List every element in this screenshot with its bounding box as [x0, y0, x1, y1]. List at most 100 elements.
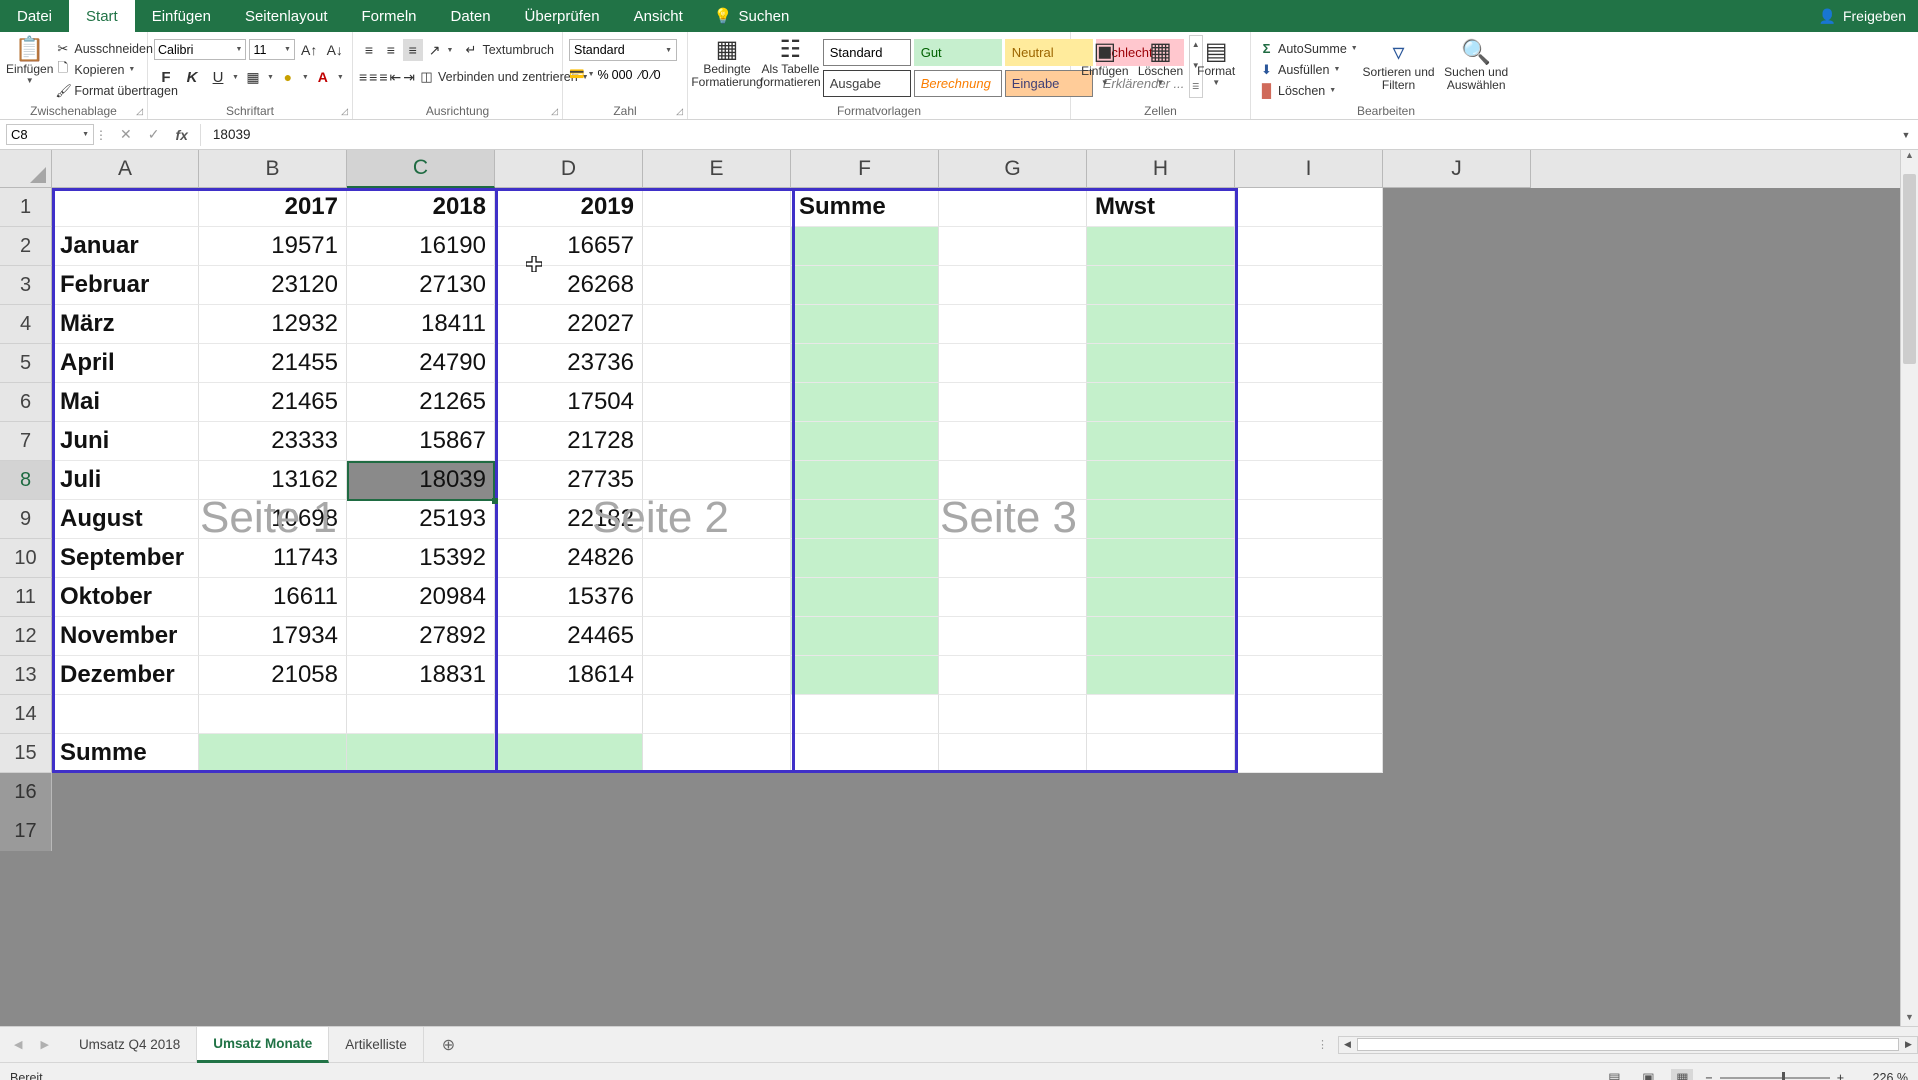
format-as-table-button[interactable]: ☷ Als Tabelle formatieren — [760, 35, 821, 98]
cell-d1[interactable]: 2019 — [495, 188, 643, 227]
cell-a10[interactable]: September — [52, 539, 199, 578]
cell-e8[interactable] — [643, 461, 791, 500]
insert-cells-button[interactable]: ▣ Einfügen ▼ — [1077, 37, 1133, 88]
cell-c10[interactable]: 15392 — [347, 539, 495, 578]
chevron-down-icon[interactable]: ▼ — [588, 71, 595, 78]
nav-next-icon[interactable]: ▶ — [40, 1038, 48, 1051]
cell-f13[interactable] — [791, 656, 939, 695]
cell-h11[interactable] — [1087, 578, 1235, 617]
cell-i4[interactable] — [1235, 305, 1383, 344]
cell-b10[interactable]: 11743 — [199, 539, 347, 578]
row-header-1[interactable]: 1 — [0, 188, 52, 227]
cell-j1[interactable] — [1383, 188, 1531, 227]
row-header-4[interactable]: 4 — [0, 305, 52, 344]
cell-h2[interactable] — [1087, 227, 1235, 266]
cell-c14[interactable] — [347, 695, 495, 734]
cell-d3[interactable]: 26268 — [495, 266, 643, 305]
wrap-text-button[interactable]: ↵ Textumbruch — [461, 40, 556, 61]
bold-button[interactable]: F — [154, 66, 178, 88]
sheet-tab-umsatz-q4-2018[interactable]: Umsatz Q4 2018 — [63, 1026, 198, 1063]
cell-b5[interactable]: 21455 — [199, 344, 347, 383]
font-size-input[interactable]: 11 ▼ — [249, 39, 295, 60]
cell-g15[interactable] — [939, 734, 1087, 773]
add-sheet-icon[interactable]: ⊕ — [424, 1035, 473, 1055]
cell-h12[interactable] — [1087, 617, 1235, 656]
cell-b6[interactable]: 21465 — [199, 383, 347, 422]
number-dialog-launcher[interactable]: ◿ — [676, 106, 683, 117]
row-header-7[interactable]: 7 — [0, 422, 52, 461]
cell-j14[interactable] — [1383, 695, 1531, 734]
cell-c9[interactable]: 25193 — [347, 500, 495, 539]
view-page-break-icon[interactable]: ▦ — [1671, 1068, 1694, 1080]
fill-button[interactable]: ⬇ Ausfüllen ▼ — [1257, 59, 1360, 80]
chevron-down-icon[interactable]: ▼ — [232, 74, 239, 81]
orientation-icon[interactable]: ↗ — [425, 39, 445, 61]
style-berechnung[interactable]: Berechnung — [913, 70, 1002, 97]
alignment-dialog-launcher[interactable]: ◿ — [551, 106, 558, 117]
vertical-scroll-thumb[interactable] — [1903, 174, 1916, 364]
cell-h3[interactable] — [1087, 266, 1235, 305]
cell-a11[interactable]: Oktober — [52, 578, 199, 617]
zoom-slider-track[interactable] — [1719, 1071, 1830, 1080]
cell-g5[interactable] — [939, 344, 1087, 383]
italic-button[interactable]: K — [180, 66, 204, 88]
cell-g4[interactable] — [939, 305, 1087, 344]
format-cells-button[interactable]: ▤ Format ▼ — [1188, 37, 1244, 88]
comma-style-button[interactable]: 000 — [612, 68, 633, 82]
accounting-format-icon[interactable]: 💳 — [569, 67, 585, 82]
cell-e2[interactable] — [643, 227, 791, 266]
font-dialog-launcher[interactable]: ◿ — [341, 106, 348, 117]
cell-i14[interactable] — [1235, 695, 1383, 734]
cell-a4[interactable]: März — [52, 305, 199, 344]
cell-b1[interactable]: 2017 — [199, 188, 347, 227]
cell-i2[interactable] — [1235, 227, 1383, 266]
cell-d9[interactable]: 22182 — [495, 500, 643, 539]
cell-d14[interactable] — [495, 695, 643, 734]
cell-h5[interactable] — [1087, 344, 1235, 383]
style-gut[interactable]: Gut — [913, 39, 1002, 66]
cell-j8[interactable] — [1383, 461, 1531, 500]
cell-j11[interactable] — [1383, 578, 1531, 617]
scroll-down-icon[interactable]: ▼ — [1905, 1012, 1914, 1022]
row-header-9[interactable]: 9 — [0, 500, 52, 539]
fx-icon[interactable]: fx — [175, 127, 187, 143]
zoom-level[interactable]: 226 % — [1856, 1071, 1908, 1080]
column-header-h[interactable]: H — [1087, 150, 1235, 188]
cell-j4[interactable] — [1383, 305, 1531, 344]
cell-i3[interactable] — [1235, 266, 1383, 305]
sort-filter-button[interactable]: ▿ Sortieren und Filtern — [1360, 38, 1438, 101]
increase-decimal-icon[interactable]: ⁄0 — [640, 68, 649, 82]
row-header-2[interactable]: 2 — [0, 227, 52, 266]
cell-a7[interactable]: Juni — [52, 422, 199, 461]
cell-d15[interactable] — [495, 734, 643, 773]
cell-j2[interactable] — [1383, 227, 1531, 266]
formula-input[interactable]: 18039 — [199, 123, 1894, 146]
decrease-indent-icon[interactable]: ⇤ — [390, 66, 402, 88]
cell-e3[interactable] — [643, 266, 791, 305]
cell-g11[interactable] — [939, 578, 1087, 617]
cell-f2[interactable] — [791, 227, 939, 266]
conditional-formatting-button[interactable]: ▦ Bedingte Formatierung — [691, 35, 762, 98]
cell-c3[interactable]: 27130 — [347, 266, 495, 305]
cell-f3[interactable] — [791, 266, 939, 305]
split-handle[interactable]: ⋮ — [1307, 1038, 1338, 1051]
align-bottom-icon[interactable]: ≡ — [402, 39, 423, 61]
underline-button[interactable]: U — [206, 66, 230, 88]
cell-f4[interactable] — [791, 305, 939, 344]
ribbon-tab-seitenlayout[interactable]: Seitenlayout — [228, 0, 345, 32]
zoom-in-icon[interactable]: + — [1837, 1071, 1844, 1080]
cell-i13[interactable] — [1235, 656, 1383, 695]
cell-c12[interactable]: 27892 — [347, 617, 495, 656]
horizontal-scroll-thumb[interactable] — [1357, 1038, 1899, 1051]
delete-cells-button[interactable]: ▦ Löschen ▼ — [1133, 37, 1189, 88]
ribbon-tab-formeln[interactable]: Formeln — [345, 0, 434, 32]
cell-e7[interactable] — [643, 422, 791, 461]
align-top-icon[interactable]: ≡ — [359, 39, 379, 61]
confirm-icon[interactable]: ✓ — [148, 126, 160, 143]
cell-g7[interactable] — [939, 422, 1087, 461]
view-page-layout-icon[interactable]: ▣ — [1637, 1069, 1659, 1080]
font-color-icon[interactable]: A — [311, 66, 335, 88]
ribbon-tab-einfuegen[interactable]: Einfügen — [135, 0, 228, 32]
nav-prev-icon[interactable]: ◀ — [14, 1038, 22, 1051]
column-header-b[interactable]: B — [199, 150, 347, 188]
